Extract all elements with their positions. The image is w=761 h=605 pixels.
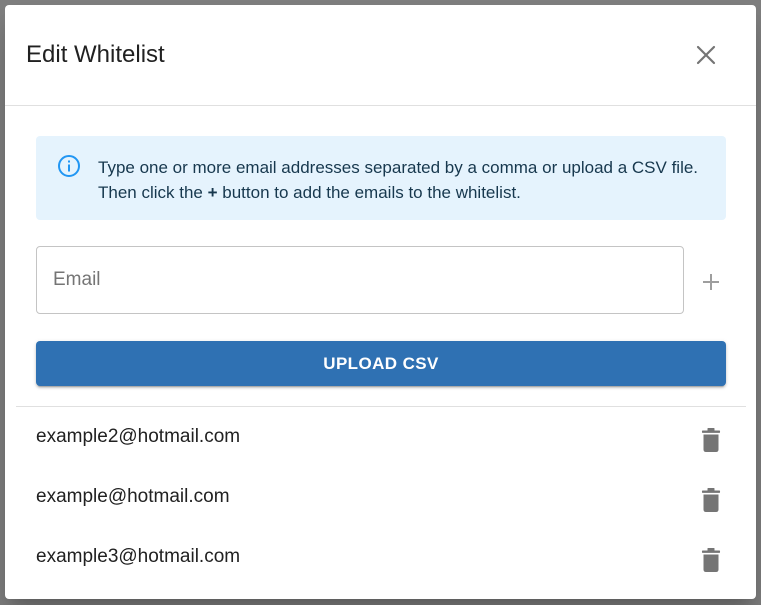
close-icon (696, 45, 716, 65)
delete-email-button[interactable] (695, 544, 727, 576)
trash-icon (702, 428, 720, 452)
whitelist-email-list: example2@hotmail.com example@hotmail.com (5, 408, 756, 588)
info-alert: Type one or more email addresses separat… (36, 136, 726, 220)
info-icon (58, 155, 80, 177)
whitelist-email: example3@hotmail.com (36, 546, 241, 567)
info-text-part: button to add the emails to the whitelis… (217, 183, 521, 202)
delete-email-button[interactable] (695, 484, 727, 516)
info-text-plus: + (207, 183, 218, 202)
upload-csv-button[interactable]: UPLOAD CSV (36, 341, 726, 386)
trash-icon (702, 548, 720, 572)
whitelist-email: example2@hotmail.com (36, 426, 241, 447)
close-button[interactable] (688, 37, 724, 73)
add-email-button[interactable] (695, 268, 727, 296)
list-divider (16, 406, 746, 407)
modal-backdrop[interactable]: Edit Whitelist Type one or more email ad… (0, 0, 761, 605)
email-field (36, 246, 684, 314)
plus-icon (703, 274, 719, 290)
dialog-header: Edit Whitelist (5, 5, 756, 106)
trash-icon (702, 488, 720, 512)
whitelist-email: example@hotmail.com (36, 486, 230, 507)
dialog-title: Edit Whitelist (26, 41, 165, 68)
edit-whitelist-dialog: Edit Whitelist Type one or more email ad… (5, 5, 756, 599)
list-item: example2@hotmail.com (5, 408, 756, 468)
delete-email-button[interactable] (695, 424, 727, 456)
email-input[interactable] (37, 247, 683, 313)
info-message: Type one or more email addresses separat… (98, 155, 708, 205)
list-item: example3@hotmail.com (5, 528, 756, 588)
list-item: example@hotmail.com (5, 468, 756, 528)
